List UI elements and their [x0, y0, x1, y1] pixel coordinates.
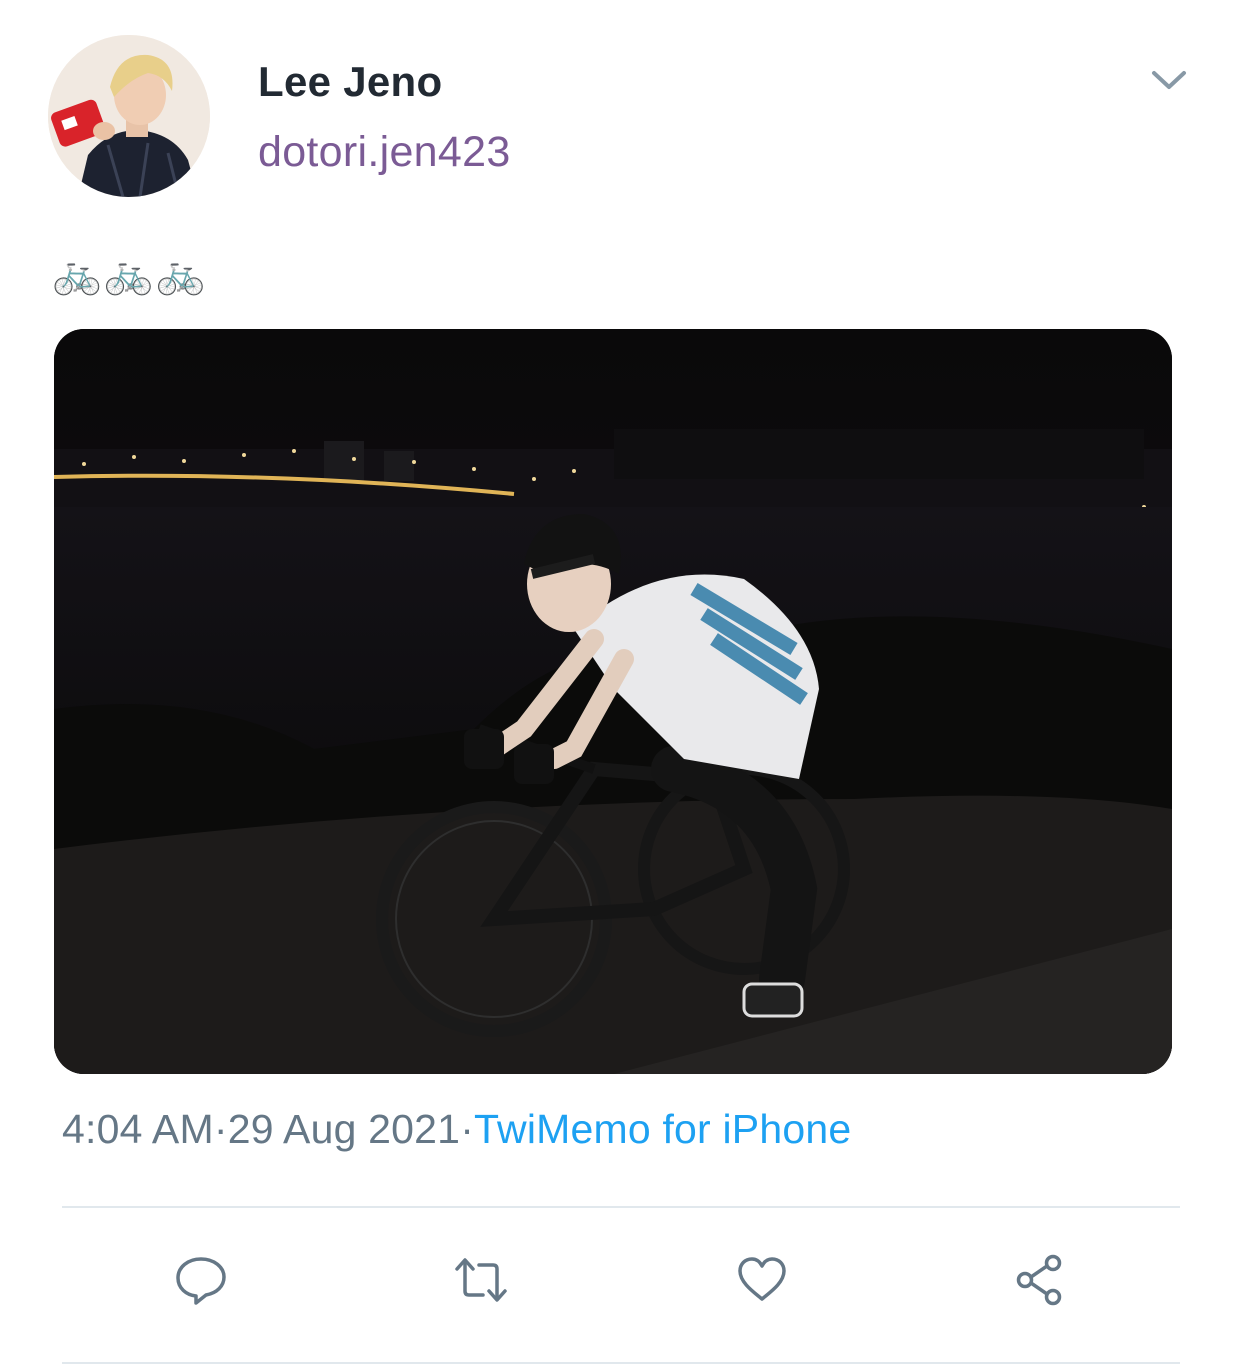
reply-icon — [176, 1257, 226, 1305]
reply-button[interactable] — [173, 1252, 229, 1308]
share-icon — [1016, 1254, 1062, 1306]
chevron-down-icon[interactable] — [1148, 62, 1190, 98]
bicycle-emoji: 🚲 — [155, 252, 206, 296]
tweet-text: 🚲 🚲 🚲 — [52, 252, 205, 296]
meta-separator: · — [213, 1106, 228, 1152]
avatar[interactable] — [48, 35, 210, 197]
photo-night-cyclist-icon — [54, 329, 1172, 1074]
tweet-date: 29 Aug 2021 — [227, 1106, 461, 1152]
bicycle-emoji: 🚲 — [52, 252, 102, 296]
tweet-source-link[interactable]: TwiMemo for iPhone — [474, 1106, 851, 1152]
heart-icon — [738, 1257, 786, 1301]
tweet-photo[interactable] — [54, 329, 1172, 1074]
tweet-timestamp: 4:04 AM·29 Aug 2021·TwiMemo for iPhone — [62, 1106, 851, 1153]
retweet-icon — [455, 1258, 507, 1302]
tweet-time: 4:04 AM — [62, 1106, 214, 1152]
divider — [62, 1206, 1180, 1208]
meta-separator: · — [460, 1106, 475, 1152]
profile-photo-icon — [48, 35, 210, 197]
divider — [62, 1362, 1180, 1364]
user-handle[interactable]: dotori.jen423 — [258, 128, 511, 177]
tweet-detail: Lee Jeno dotori.jen423 🚲 🚲 🚲 4:04 AM·29 … — [0, 0, 1242, 1371]
display-name[interactable]: Lee Jeno — [258, 58, 442, 106]
bicycle-emoji: 🚲 — [103, 252, 154, 296]
share-button[interactable] — [1012, 1252, 1068, 1308]
like-button[interactable] — [734, 1252, 790, 1308]
retweet-button[interactable] — [453, 1252, 509, 1308]
